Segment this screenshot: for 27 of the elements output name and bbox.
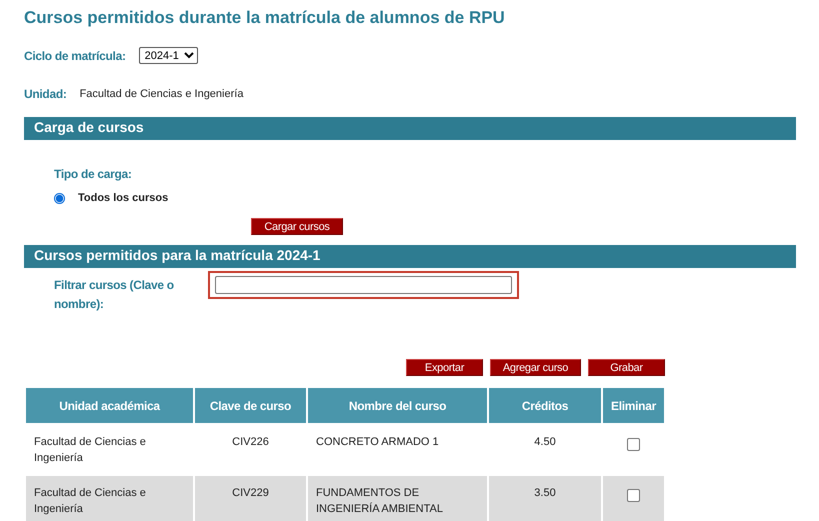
- column-header: Clave de curso: [195, 388, 306, 425]
- action-button[interactable]: Grabar: [588, 359, 665, 376]
- table-cell: FUNDAMENTOS DE INGENIERÍA AMBIENTAL: [308, 476, 487, 521]
- table-cell: CIV229: [195, 476, 306, 521]
- delete-checkbox[interactable]: [626, 438, 640, 451]
- action-button[interactable]: Agregar curso: [490, 359, 581, 376]
- cycle-select[interactable]: 2024-1: [138, 47, 198, 64]
- load-courses-button[interactable]: Cargar cursos: [251, 218, 343, 235]
- page-title: Cursos permitidos durante la matrícula de alumnos de RPU: [24, 8, 505, 28]
- unit-value: Facultad de Ciencias e Ingeniería: [80, 88, 244, 100]
- load-type-label: Tipo de carga:: [54, 167, 132, 181]
- filter-field[interactable]: [208, 271, 519, 299]
- table-cell: 3.50: [489, 476, 601, 521]
- radio-label: Todos los cursos: [78, 192, 168, 204]
- column-header: Unidad académica: [26, 388, 193, 425]
- cycle-label: Ciclo de matrícula:: [24, 48, 126, 62]
- filter-label: Filtrar cursos (Clave o nombre):: [54, 277, 175, 313]
- section-header: Carga de cursos: [24, 117, 796, 140]
- column-header: Créditos: [489, 388, 601, 425]
- action-button[interactable]: Exportar: [406, 359, 483, 376]
- column-header: Nombre del curso: [308, 388, 487, 425]
- radio-button[interactable]: [54, 192, 65, 204]
- table-cell: Facultad de Ciencias e Ingeniería: [26, 476, 193, 521]
- column-header: Eliminar: [603, 388, 664, 425]
- unit-label: Unidad:: [24, 87, 67, 101]
- delete-checkbox[interactable]: [626, 489, 640, 502]
- section-header: Cursos permitidos para la matrícula 2024-1: [24, 245, 796, 268]
